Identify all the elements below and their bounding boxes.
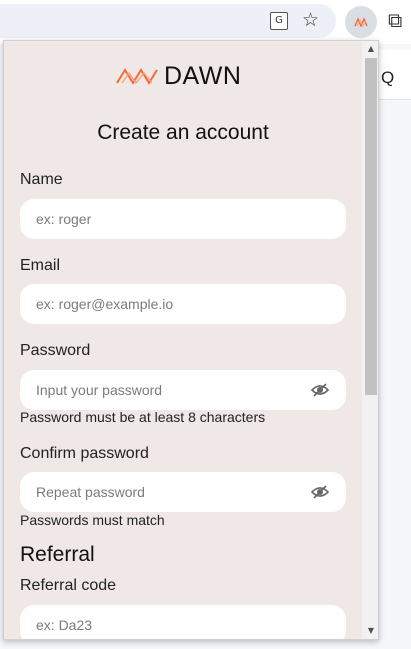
scroll-thumb[interactable] (365, 58, 377, 395)
browser-toolbar: G ☆ ⧉ (0, 0, 411, 44)
dawn-logo: DAWN (116, 61, 242, 90)
email-input[interactable]: ex: roger@example.io (20, 284, 346, 324)
referral-code-placeholder: ex: Da23 (36, 617, 93, 633)
confirm-password-placeholder: Repeat password (36, 484, 145, 500)
eye-slash-icon[interactable] (310, 484, 330, 500)
scroll-up-arrow-icon[interactable]: ▲ (362, 41, 378, 57)
password-label: Password (20, 342, 91, 359)
dawn-logo-icon (354, 17, 368, 27)
bookmark-star-icon[interactable]: ☆ (302, 9, 319, 31)
page-partial-text: Q (381, 68, 395, 87)
email-label: Email (20, 257, 61, 274)
extension-popup: DAWN Create an account Name ex: roger Em… (3, 40, 379, 640)
dawn-wave-icon (116, 68, 158, 85)
referral-code-label: Referral code (20, 577, 117, 594)
name-label: Name (20, 171, 63, 188)
scroll-down-arrow-icon[interactable]: ▼ (362, 623, 378, 639)
referral-section-title: Referral (20, 543, 95, 566)
referral-code-input[interactable]: ex: Da23 (20, 605, 346, 639)
signup-form: DAWN Create an account Name ex: roger Em… (4, 41, 362, 639)
eye-slash-icon[interactable] (310, 382, 330, 398)
brand-name: DAWN (164, 61, 242, 90)
password-input[interactable]: Input your password (20, 370, 346, 410)
translate-icon[interactable]: G (270, 12, 288, 30)
name-input[interactable]: ex: roger (20, 199, 346, 239)
confirm-password-label: Confirm password (20, 445, 149, 462)
name-placeholder: ex: roger (36, 211, 92, 227)
confirm-password-input[interactable]: Repeat password (20, 472, 346, 512)
confirm-password-hint: Passwords must match (20, 512, 165, 528)
page-background (379, 44, 411, 649)
email-placeholder: ex: roger@example.io (36, 296, 174, 312)
extensions-puzzle-icon[interactable]: ⧉ (388, 8, 402, 32)
form-title: Create an account (97, 121, 269, 144)
dawn-extension-button[interactable] (345, 6, 377, 38)
password-placeholder: Input your password (36, 382, 163, 398)
password-hint: Password must be at least 8 characters (20, 409, 266, 425)
popup-scrollbar[interactable]: ▲ ▼ (362, 41, 378, 639)
